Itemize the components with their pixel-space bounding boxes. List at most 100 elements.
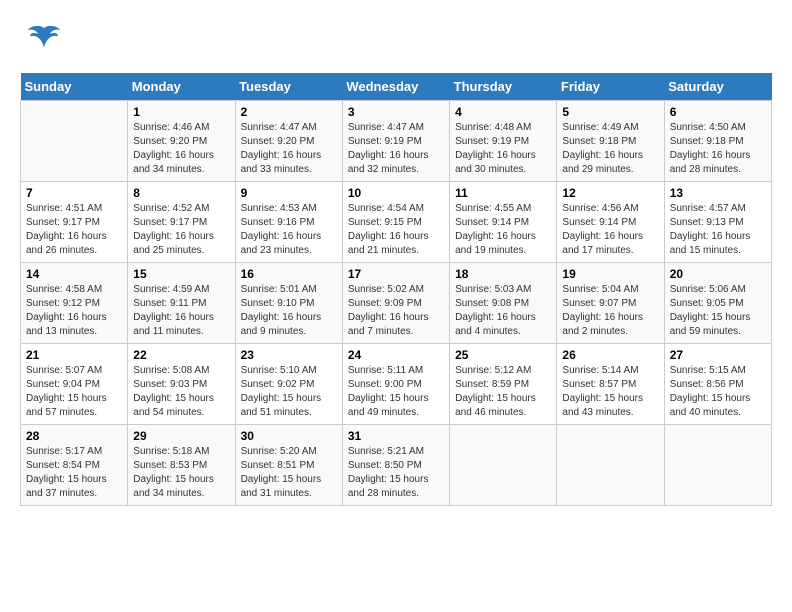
sunrise-text: Sunrise: 4:50 AM [670,121,766,135]
day-info: Sunrise: 4:51 AM Sunset: 9:17 PM Dayligh… [26,202,122,258]
day-info: Sunrise: 4:56 AM Sunset: 9:14 PM Dayligh… [562,202,658,258]
daylight-text: Daylight: 15 hours and 28 minutes. [348,473,444,501]
day-info: Sunrise: 5:14 AM Sunset: 8:57 PM Dayligh… [562,364,658,420]
sunset-text: Sunset: 9:20 PM [133,135,229,149]
sunrise-text: Sunrise: 5:12 AM [455,364,551,378]
week-row-4: 21 Sunrise: 5:07 AM Sunset: 9:04 PM Dayl… [21,344,772,425]
sunrise-text: Sunrise: 4:56 AM [562,202,658,216]
day-number: 10 [348,186,444,200]
daylight-text: Daylight: 15 hours and 34 minutes. [133,473,229,501]
col-tuesday: Tuesday [235,73,342,101]
cell-w1-d5: 4 Sunrise: 4:48 AM Sunset: 9:19 PM Dayli… [450,101,557,182]
day-number: 21 [26,348,122,362]
cell-w4-d3: 23 Sunrise: 5:10 AM Sunset: 9:02 PM Dayl… [235,344,342,425]
sunset-text: Sunset: 9:14 PM [455,216,551,230]
day-info: Sunrise: 4:54 AM Sunset: 9:15 PM Dayligh… [348,202,444,258]
cell-w3-d2: 15 Sunrise: 4:59 AM Sunset: 9:11 PM Dayl… [128,263,235,344]
cell-w2-d5: 11 Sunrise: 4:55 AM Sunset: 9:14 PM Dayl… [450,182,557,263]
day-info: Sunrise: 5:18 AM Sunset: 8:53 PM Dayligh… [133,445,229,501]
daylight-text: Daylight: 16 hours and 33 minutes. [241,149,337,177]
sunset-text: Sunset: 8:59 PM [455,378,551,392]
cell-w2-d4: 10 Sunrise: 4:54 AM Sunset: 9:15 PM Dayl… [342,182,449,263]
day-info: Sunrise: 4:52 AM Sunset: 9:17 PM Dayligh… [133,202,229,258]
cell-w1-d4: 3 Sunrise: 4:47 AM Sunset: 9:19 PM Dayli… [342,101,449,182]
sunrise-text: Sunrise: 4:58 AM [26,283,122,297]
col-thursday: Thursday [450,73,557,101]
daylight-text: Daylight: 16 hours and 32 minutes. [348,149,444,177]
day-info: Sunrise: 5:20 AM Sunset: 8:51 PM Dayligh… [241,445,337,501]
day-number: 16 [241,267,337,281]
day-info: Sunrise: 5:11 AM Sunset: 9:00 PM Dayligh… [348,364,444,420]
cell-w4-d1: 21 Sunrise: 5:07 AM Sunset: 9:04 PM Dayl… [21,344,128,425]
sunrise-text: Sunrise: 5:01 AM [241,283,337,297]
day-info: Sunrise: 5:15 AM Sunset: 8:56 PM Dayligh… [670,364,766,420]
sunset-text: Sunset: 9:18 PM [562,135,658,149]
sunset-text: Sunset: 9:15 PM [348,216,444,230]
sunset-text: Sunset: 9:05 PM [670,297,766,311]
daylight-text: Daylight: 15 hours and 51 minutes. [241,392,337,420]
day-number: 29 [133,429,229,443]
cell-w3-d4: 17 Sunrise: 5:02 AM Sunset: 9:09 PM Dayl… [342,263,449,344]
sunrise-text: Sunrise: 5:08 AM [133,364,229,378]
day-number: 20 [670,267,766,281]
day-number: 22 [133,348,229,362]
daylight-text: Daylight: 16 hours and 13 minutes. [26,311,122,339]
day-info: Sunrise: 5:17 AM Sunset: 8:54 PM Dayligh… [26,445,122,501]
sunrise-text: Sunrise: 5:21 AM [348,445,444,459]
day-info: Sunrise: 4:59 AM Sunset: 9:11 PM Dayligh… [133,283,229,339]
sunset-text: Sunset: 9:09 PM [348,297,444,311]
sunset-text: Sunset: 9:03 PM [133,378,229,392]
daylight-text: Daylight: 16 hours and 23 minutes. [241,230,337,258]
sunset-text: Sunset: 9:04 PM [26,378,122,392]
daylight-text: Daylight: 15 hours and 57 minutes. [26,392,122,420]
week-row-5: 28 Sunrise: 5:17 AM Sunset: 8:54 PM Dayl… [21,425,772,506]
day-number: 15 [133,267,229,281]
sunset-text: Sunset: 8:54 PM [26,459,122,473]
day-info: Sunrise: 4:48 AM Sunset: 9:19 PM Dayligh… [455,121,551,177]
cell-w1-d3: 2 Sunrise: 4:47 AM Sunset: 9:20 PM Dayli… [235,101,342,182]
sunset-text: Sunset: 9:19 PM [348,135,444,149]
sunrise-text: Sunrise: 4:51 AM [26,202,122,216]
cell-w1-d6: 5 Sunrise: 4:49 AM Sunset: 9:18 PM Dayli… [557,101,664,182]
cell-w5-d5 [450,425,557,506]
day-info: Sunrise: 5:21 AM Sunset: 8:50 PM Dayligh… [348,445,444,501]
sunrise-text: Sunrise: 5:18 AM [133,445,229,459]
sunset-text: Sunset: 9:10 PM [241,297,337,311]
day-number: 6 [670,105,766,119]
sunrise-text: Sunrise: 4:59 AM [133,283,229,297]
daylight-text: Daylight: 16 hours and 7 minutes. [348,311,444,339]
col-friday: Friday [557,73,664,101]
daylight-text: Daylight: 15 hours and 46 minutes. [455,392,551,420]
daylight-text: Daylight: 15 hours and 40 minutes. [670,392,766,420]
day-number: 14 [26,267,122,281]
day-number: 24 [348,348,444,362]
cell-w4-d2: 22 Sunrise: 5:08 AM Sunset: 9:03 PM Dayl… [128,344,235,425]
week-row-2: 7 Sunrise: 4:51 AM Sunset: 9:17 PM Dayli… [21,182,772,263]
day-number: 1 [133,105,229,119]
calendar-table: Sunday Monday Tuesday Wednesday Thursday… [20,73,772,506]
daylight-text: Daylight: 15 hours and 31 minutes. [241,473,337,501]
day-info: Sunrise: 5:02 AM Sunset: 9:09 PM Dayligh… [348,283,444,339]
day-info: Sunrise: 5:12 AM Sunset: 8:59 PM Dayligh… [455,364,551,420]
day-number: 2 [241,105,337,119]
logo [20,20,62,63]
day-info: Sunrise: 4:47 AM Sunset: 9:20 PM Dayligh… [241,121,337,177]
sunrise-text: Sunrise: 4:47 AM [241,121,337,135]
daylight-text: Daylight: 16 hours and 25 minutes. [133,230,229,258]
page-header [20,20,772,63]
daylight-text: Daylight: 16 hours and 11 minutes. [133,311,229,339]
sunrise-text: Sunrise: 4:54 AM [348,202,444,216]
sunset-text: Sunset: 9:00 PM [348,378,444,392]
day-info: Sunrise: 4:57 AM Sunset: 9:13 PM Dayligh… [670,202,766,258]
daylight-text: Daylight: 16 hours and 17 minutes. [562,230,658,258]
cell-w3-d1: 14 Sunrise: 4:58 AM Sunset: 9:12 PM Dayl… [21,263,128,344]
cell-w2-d1: 7 Sunrise: 4:51 AM Sunset: 9:17 PM Dayli… [21,182,128,263]
daylight-text: Daylight: 16 hours and 29 minutes. [562,149,658,177]
daylight-text: Daylight: 15 hours and 43 minutes. [562,392,658,420]
col-monday: Monday [128,73,235,101]
day-info: Sunrise: 4:47 AM Sunset: 9:19 PM Dayligh… [348,121,444,177]
sunrise-text: Sunrise: 4:46 AM [133,121,229,135]
day-number: 4 [455,105,551,119]
cell-w5-d2: 29 Sunrise: 5:18 AM Sunset: 8:53 PM Dayl… [128,425,235,506]
day-number: 19 [562,267,658,281]
